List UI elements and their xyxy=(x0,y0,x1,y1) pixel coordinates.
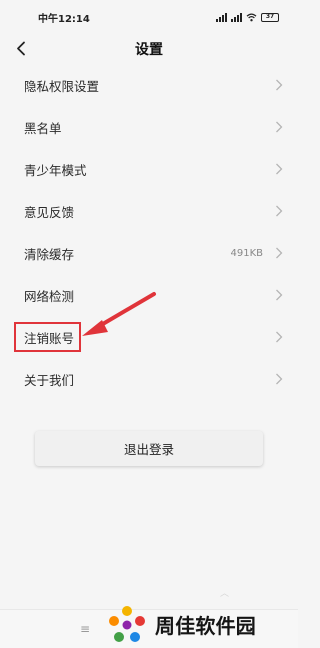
setting-label: 清除缓存 xyxy=(24,246,75,262)
signal-icon xyxy=(216,12,227,22)
setting-label: 关于我们 xyxy=(24,372,75,388)
watermark-text: 周佳软件园 xyxy=(155,613,256,638)
annotation-highlight-box xyxy=(14,322,81,352)
menu-icon[interactable]: ≡ xyxy=(80,622,90,636)
chevron-right-icon xyxy=(276,163,283,175)
setting-about-us[interactable]: 关于我们 xyxy=(0,358,298,400)
setting-label: 隐私权限设置 xyxy=(24,78,100,94)
chevron-right-icon xyxy=(276,373,283,385)
annotation-arrow-icon xyxy=(82,292,156,336)
setting-privacy-permissions[interactable]: 隐私权限设置 xyxy=(0,64,298,106)
watermark: 周佳软件园 xyxy=(106,601,256,647)
chevron-right-icon xyxy=(276,247,283,259)
wifi-icon xyxy=(246,12,257,21)
setting-label: 黑名单 xyxy=(24,120,62,136)
logout-button[interactable]: 退出登录 xyxy=(35,431,263,466)
scroll-hint-icon: ︿ xyxy=(220,589,230,599)
watermark-logo-icon xyxy=(109,606,145,642)
setting-feedback[interactable]: 意见反馈 xyxy=(0,190,298,232)
setting-label: 意见反馈 xyxy=(24,204,75,220)
header: 设置 xyxy=(0,34,298,62)
chevron-right-icon xyxy=(276,79,283,91)
status-time: 中午12:14 xyxy=(38,13,90,25)
status-bar: 中午12:14 37 xyxy=(0,0,298,34)
cache-size-value: 491KB xyxy=(230,247,263,259)
page-title: 设置 xyxy=(135,42,163,58)
chevron-right-icon xyxy=(276,331,283,343)
setting-clear-cache[interactable]: 清除缓存 491KB xyxy=(0,232,298,274)
chevron-right-icon xyxy=(276,205,283,217)
battery-icon: 37 xyxy=(261,12,279,22)
status-icons: 37 xyxy=(216,12,279,22)
setting-blacklist[interactable]: 黑名单 xyxy=(0,106,298,148)
chevron-right-icon xyxy=(276,289,283,301)
setting-label: 青少年模式 xyxy=(24,162,87,178)
setting-youth-mode[interactable]: 青少年模式 xyxy=(0,148,298,190)
signal-icon xyxy=(231,12,242,22)
chevron-right-icon xyxy=(276,121,283,133)
setting-label: 网络检测 xyxy=(24,288,75,304)
